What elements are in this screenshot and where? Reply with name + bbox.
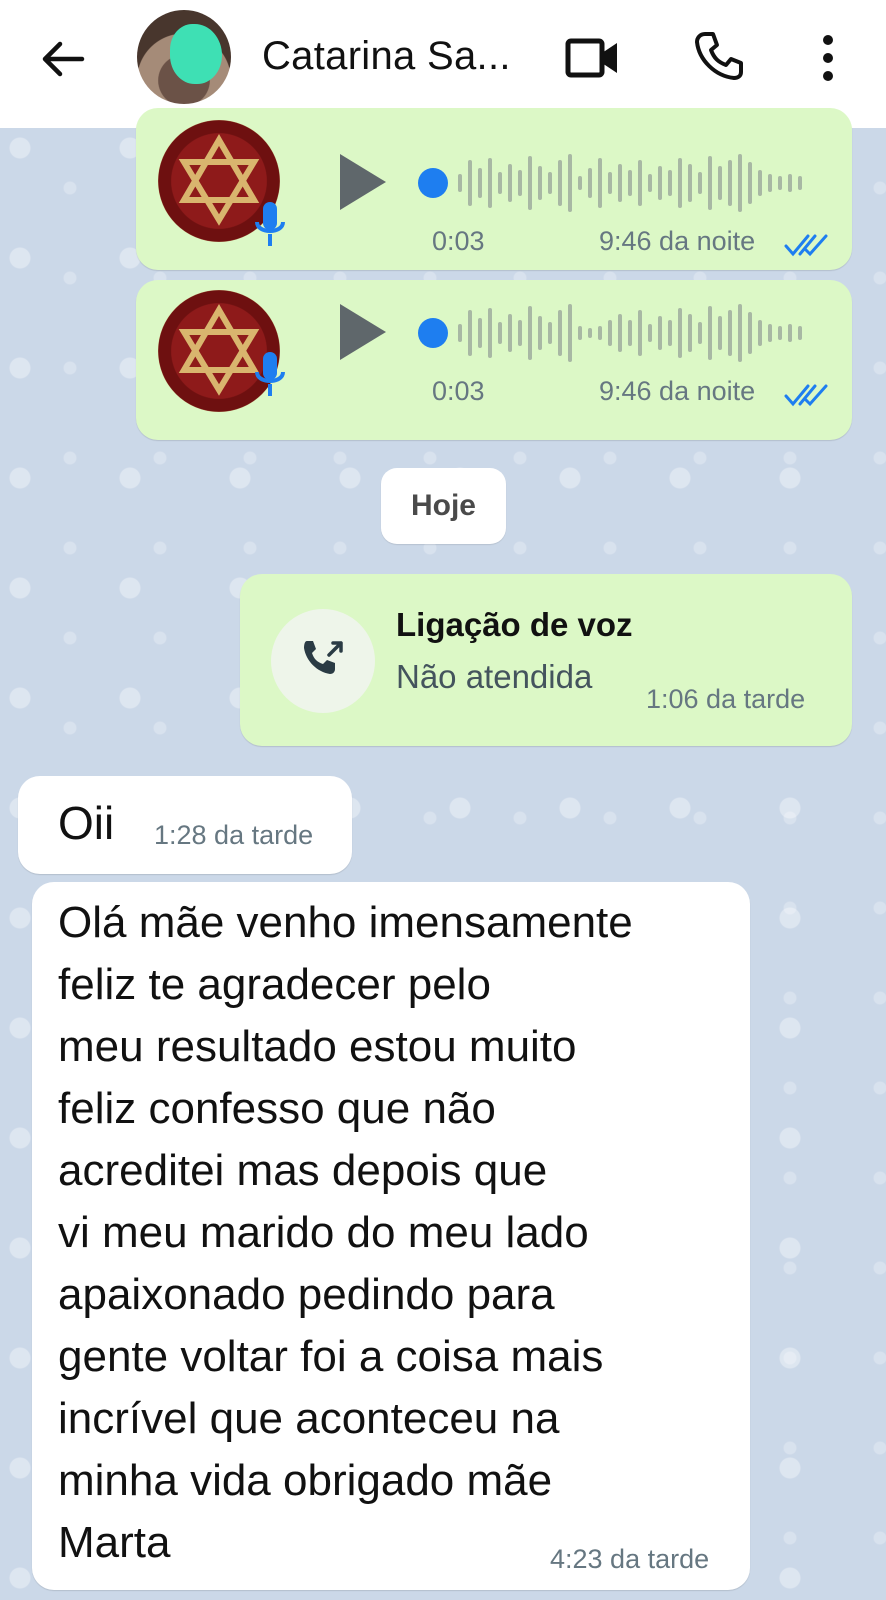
play-icon[interactable] [336, 152, 388, 212]
message-time: 4:23 da tarde [550, 1544, 710, 1574]
video-camera-icon[interactable] [565, 33, 621, 83]
microphone-icon [255, 202, 285, 246]
message-line: Marta [58, 1518, 171, 1567]
more-vertical-icon[interactable] [815, 32, 841, 84]
message-time: 9:46 da noite [599, 226, 756, 256]
playback-position-dot[interactable] [418, 318, 448, 348]
date-divider: Hoje [381, 468, 506, 544]
missed-call-icon [304, 641, 343, 674]
play-icon[interactable] [336, 302, 388, 362]
message-line: feliz te agradecer pelo [58, 960, 491, 1009]
message-line: incrível que aconteceu na [58, 1394, 560, 1443]
message-line: apaixonado pedindo para [58, 1270, 555, 1319]
message-text: Olá mãe venho imensamente feliz te agrad… [58, 892, 633, 1574]
message-line: minha vida obrigado mãe [58, 1456, 553, 1505]
playback-position-dot[interactable] [418, 168, 448, 198]
message-time: 9:46 da noite [599, 376, 756, 406]
call-status: Não atendida [396, 658, 593, 695]
voice-message[interactable]: 0:03 9:46 da noite [136, 108, 852, 270]
read-ticks-icon [784, 234, 828, 257]
message-line: acreditei mas depois que [58, 1146, 548, 1195]
message-line: gente voltar foi a coisa mais [58, 1332, 604, 1381]
read-ticks-icon [784, 384, 828, 407]
voice-duration: 0:03 [432, 226, 485, 256]
contact-avatar[interactable] [137, 10, 231, 104]
incoming-message[interactable]: Oii 1:28 da tarde [18, 776, 352, 874]
avatar-redaction [170, 24, 222, 84]
call-icon-background [271, 609, 375, 713]
message-line: meu resultado estou muito [58, 1022, 577, 1071]
message-line: Olá mãe venho imensamente [58, 898, 633, 947]
message-text: Oii [58, 797, 115, 849]
audio-waveform [458, 154, 802, 212]
message-line: feliz confesso que não [58, 1084, 496, 1133]
voice-duration: 0:03 [432, 376, 485, 406]
message-time: 1:06 da tarde [646, 684, 806, 714]
call-title: Ligação de voz [396, 606, 633, 643]
phone-icon[interactable] [693, 30, 745, 82]
audio-waveform [458, 304, 802, 362]
contact-name[interactable]: Catarina Sa... [262, 34, 511, 79]
missed-call-message[interactable]: Ligação de voz Não atendida 1:06 da tard… [240, 574, 852, 746]
voice-message[interactable]: 0:03 9:46 da noite [136, 280, 852, 440]
incoming-message[interactable]: Olá mãe venho imensamente feliz te agrad… [32, 882, 750, 1590]
back-arrow-icon[interactable] [38, 34, 88, 84]
microphone-icon [255, 352, 285, 396]
message-time: 1:28 da tarde [154, 820, 314, 850]
message-line: vi meu marido do meu lado [58, 1208, 589, 1257]
